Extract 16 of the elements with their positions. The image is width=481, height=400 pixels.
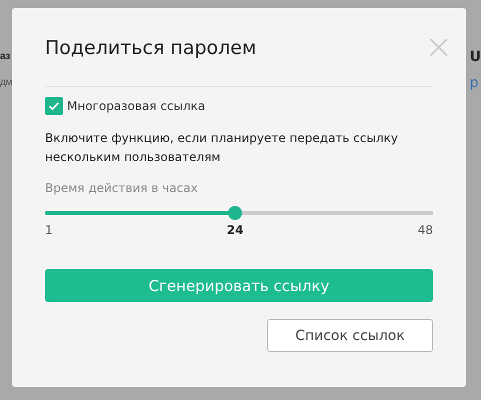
slider-label: Время действия в часах bbox=[45, 181, 199, 195]
description-text: Включите функцию, если планируете передать ссылку нескольким пользователям bbox=[45, 130, 399, 166]
dialog-title: Поделиться паролем bbox=[45, 37, 256, 59]
slider-max: 48 bbox=[418, 223, 433, 237]
slider-min: 1 bbox=[45, 223, 53, 237]
background-text: U bbox=[470, 48, 481, 66]
slider-value: 24 bbox=[226, 223, 244, 237]
background-text: дм bbox=[0, 76, 12, 90]
checkbox-label: Многоразовая ссылка bbox=[67, 99, 206, 113]
background-text: р bbox=[470, 74, 480, 92]
close-button[interactable]: × bbox=[424, 32, 453, 62]
link-list-button[interactable]: Список ссылок bbox=[267, 319, 433, 352]
background-text: аз bbox=[0, 50, 12, 64]
generate-link-button[interactable]: Сгенерировать ссылку bbox=[45, 269, 433, 302]
slider-thumb[interactable] bbox=[228, 206, 242, 220]
checkbox[interactable] bbox=[45, 97, 63, 115]
